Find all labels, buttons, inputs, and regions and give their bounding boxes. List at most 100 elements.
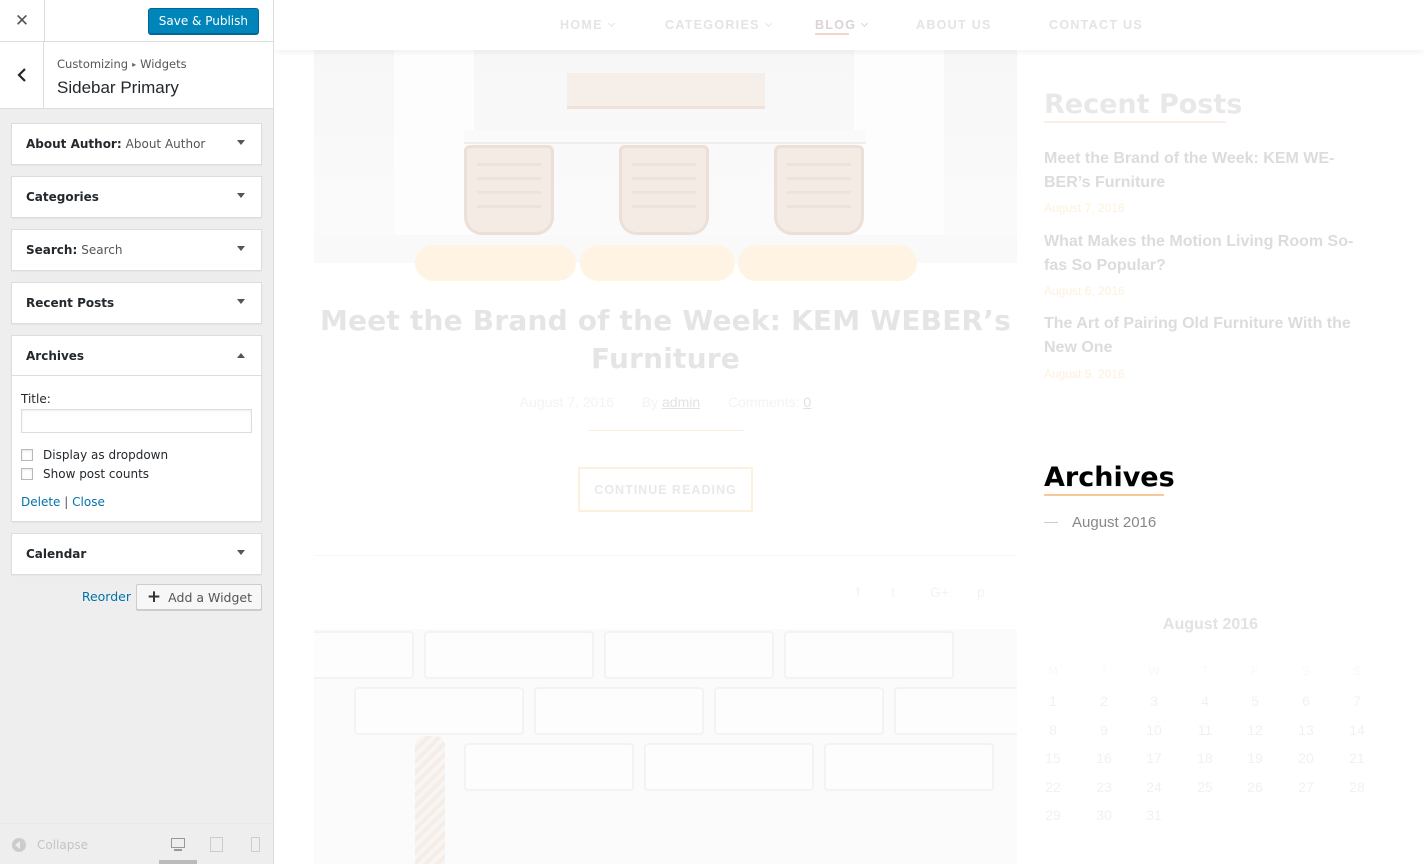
recent-post-link[interactable]: Meet the Brand of the Week: KEM WE-BER’s… [1044,147,1374,195]
back-button[interactable] [0,42,44,108]
calendar-weekday: S [1301,664,1310,678]
actions-separator: | [64,495,69,509]
expand-arrow-icon[interactable] [237,550,245,555]
calendar-day: 1 [1049,693,1057,709]
recent-posts-heading: Recent Posts [1044,89,1243,123]
expand-arrow-icon[interactable] [237,193,245,198]
nav-categories[interactable]: CATEGORIES [665,18,772,32]
image-rope [415,736,445,864]
desktop-preview-icon[interactable] [170,836,186,854]
nav-label: CATEGORIES [665,18,760,32]
calendar-weekday: T [1100,664,1108,678]
recent-post-link[interactable]: The Art of Pairing Old Furniture With th… [1044,312,1374,360]
widget-header-about-author[interactable]: About Author: About Author [12,124,261,164]
close-widget-link[interactable]: Close [72,495,105,509]
archives-widget-form: Title: Display as dropdown Show post cou… [12,376,261,521]
widget-name: Calendar [26,547,87,561]
facebook-icon[interactable]: f [856,584,860,600]
collapse-arrow-icon[interactable] [237,353,245,358]
expand-arrow-icon[interactable] [237,299,245,304]
calendar-day: 24 [1146,778,1162,795]
widget-header-archives[interactable]: Archives [12,336,261,376]
nav-blog[interactable]: BLOG [815,18,869,35]
dropdown-checkbox[interactable] [21,448,33,461]
nav-contact-us[interactable]: CONTACT US [1049,18,1143,32]
tag-home-designing[interactable]: Home Designing [580,245,735,281]
chevron-down-icon [607,19,615,28]
widget-name: About Author: [26,137,122,151]
nav-label: BLOG [815,18,857,32]
calendar-day: 4 [1201,693,1209,709]
archive-link[interactable]: August 2016 [1044,514,1156,531]
twitter-icon[interactable]: t [891,584,895,600]
save-publish-button[interactable]: Save & Publish [147,8,259,34]
widget-header-categories[interactable]: Categories [12,177,261,217]
collapse-icon [12,838,26,852]
author-link[interactable]: admin [662,394,700,410]
title-input[interactable] [21,409,252,433]
widget-header-recent-posts[interactable]: Recent Posts [12,283,261,323]
collapse-button[interactable]: Collapse [12,838,88,852]
widget-search: Search: Search [11,229,262,271]
widget-control-actions: Delete | Close [21,495,252,509]
calendar-day: 25 [1197,778,1213,795]
google-plus-icon[interactable]: G+ [930,584,949,600]
active-device-indicator [159,860,197,864]
tablet-preview-icon[interactable] [209,836,225,854]
calendar-weekday: F [1251,664,1259,678]
image-bench [567,73,765,109]
calendar-day: 15 [1045,750,1061,766]
post-featured-image[interactable] [314,50,1017,263]
image-brick [894,687,1017,735]
nav-about-us[interactable]: ABOUT US [916,18,992,32]
calendar-day: 14 [1349,721,1365,738]
continue-reading-button[interactable]: CONTINUE READING [578,467,753,512]
dropdown-option-label[interactable]: Display as dropdown [43,448,168,462]
delete-widget-link[interactable]: Delete [21,495,60,509]
post-counts-checkbox[interactable] [21,467,33,480]
post-meta: August 7, 2016 By admin Comments: 0 [314,394,1017,410]
comments-count-link[interactable]: 0 [803,394,811,410]
close-customizer-button[interactable]: ✕ [0,0,45,42]
chevron-left-icon [16,68,26,82]
tag-interior-design-ideas[interactable]: Interior Design Ideas [738,245,917,281]
close-icon: ✕ [14,11,30,31]
widget-list: About Author: About Author Categories Se… [11,123,262,586]
recent-posts-heading-text: Recent Posts [1044,89,1243,120]
active-nav-underline [815,33,849,35]
tag-fashion-design[interactable]: Fashion & Design [415,245,576,281]
post-title[interactable]: Meet the Brand of the Week: KEM WEBER’s … [314,302,1017,378]
by-label: By [641,394,659,410]
calendar-day: 7 [1353,693,1361,709]
calendar-day: 10 [1146,721,1162,738]
post-featured-image-2[interactable] [314,629,1017,864]
nav-home[interactable]: HOME [560,18,615,32]
panel-header: ✕ Save & Publish [0,0,273,42]
expand-arrow-icon[interactable] [237,246,245,251]
widget-title: About Author [125,137,206,151]
widget-header-calendar[interactable]: Calendar [12,534,261,574]
plus-icon: + [146,586,162,607]
widget-calendar: Calendar [11,533,262,575]
calendar-day: 27 [1298,778,1314,795]
archives-heading: Archives [1044,462,1175,496]
calendar-day: 8 [1049,721,1057,738]
widget-name: Categories [26,190,99,204]
widget-header-search[interactable]: Search: Search [12,230,261,270]
recent-post-link[interactable]: What Makes the Motion Living Room So-fas… [1044,230,1374,278]
pinterest-icon[interactable]: p [977,584,985,600]
widget-about-author: About Author: About Author [11,123,262,165]
image-brick [354,687,524,735]
mobile-preview-icon[interactable] [249,836,265,854]
post-counts-option-label[interactable]: Show post counts [43,467,149,481]
add-widget-button[interactable]: + Add a Widget [135,584,262,610]
calendar-day: 31 [1146,807,1162,823]
widget-area-actions: Reorder + Add a Widget [11,584,262,610]
image-brick [424,631,594,679]
add-widget-label: Add a Widget [168,589,252,605]
expand-arrow-icon[interactable] [237,140,245,145]
widget-name: Search: [26,243,78,257]
heading-underline [1044,494,1164,496]
recent-post-date: August 7, 2016 [1044,201,1125,215]
reorder-link[interactable]: Reorder [82,589,131,604]
